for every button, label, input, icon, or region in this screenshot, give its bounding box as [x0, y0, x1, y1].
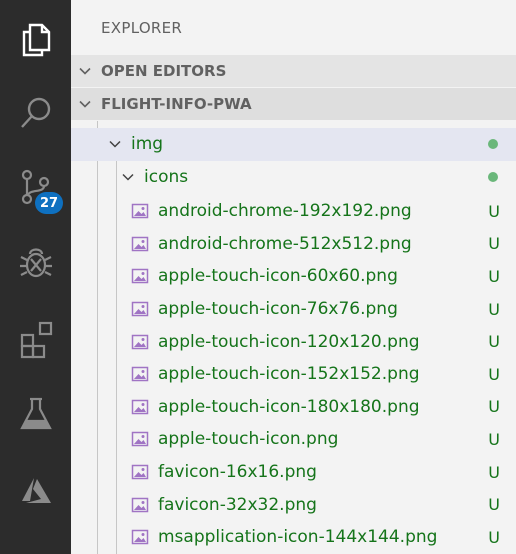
azure-icon — [21, 478, 51, 503]
untracked-status: U — [488, 299, 500, 319]
explorer-sidebar: EXPLORER OPEN EDITORS FLIGHT-INFO-PWA im… — [71, 0, 516, 554]
file-row[interactable]: android-chrome-192x192.png U — [71, 195, 516, 228]
file-row[interactable]: android-chrome-512x512.png U — [71, 228, 516, 261]
untracked-status: U — [488, 527, 500, 547]
image-file-icon — [131, 269, 149, 284]
image-file-icon — [131, 497, 149, 512]
search-icon — [20, 97, 50, 128]
file-name: favicon-32x32.png — [158, 494, 317, 515]
image-file-icon — [131, 301, 149, 317]
file-name: apple-touch-icon.png — [158, 429, 339, 450]
file-name: apple-touch-icon-152x152.png — [158, 364, 420, 385]
folder-img[interactable]: img — [71, 128, 516, 161]
debug-icon — [19, 248, 52, 278]
untracked-status: U — [488, 364, 500, 384]
untracked-status: U — [488, 397, 500, 417]
modified-dot — [488, 172, 498, 183]
untracked-status: U — [488, 429, 500, 449]
image-file-icon — [131, 530, 149, 545]
chevron-down-icon — [79, 100, 91, 108]
file-row[interactable]: apple-touch-icon-76x76.png U — [71, 293, 516, 326]
search-activity[interactable] — [0, 76, 71, 150]
chevron-down-icon — [109, 141, 121, 148]
image-file-icon — [131, 399, 149, 415]
file-row[interactable]: favicon-32x32.png U — [71, 488, 516, 521]
file-name: apple-touch-icon-76x76.png — [158, 299, 398, 320]
file-name: android-chrome-192x192.png — [158, 201, 412, 222]
chevron-down-icon — [79, 67, 91, 75]
image-file-icon — [131, 334, 149, 349]
project-label: FLIGHT-INFO-PWA — [101, 95, 252, 113]
file-name: apple-touch-icon-120x120.png — [158, 331, 420, 352]
explorer-activity[interactable] — [0, 2, 71, 76]
files-icon — [22, 23, 50, 57]
file-row[interactable]: apple-touch-icon-152x152.png U — [71, 358, 516, 391]
file-name: msapplication-icon-144x144.png — [158, 527, 438, 548]
image-file-icon — [131, 464, 149, 480]
explorer-title: EXPLORER — [101, 19, 183, 37]
testing-activity[interactable] — [0, 377, 71, 451]
folder-icons[interactable]: icons — [71, 161, 516, 194]
modified-dot — [488, 139, 498, 150]
untracked-status: U — [488, 462, 500, 482]
flask-icon — [19, 397, 52, 430]
untracked-status: U — [488, 266, 500, 286]
folder-name: img — [131, 134, 164, 155]
chevron-down-icon — [122, 174, 134, 181]
file-row[interactable]: msapplication-icon-144x144.png U — [71, 521, 516, 554]
open-editors-label: OPEN EDITORS — [101, 62, 227, 80]
untracked-status: U — [488, 201, 500, 221]
untracked-status: U — [488, 234, 500, 254]
file-row[interactable]: apple-touch-icon-60x60.png U — [71, 260, 516, 293]
file-row[interactable]: apple-touch-icon-180x180.png U — [71, 391, 516, 424]
untracked-status: U — [488, 495, 500, 515]
file-name: apple-touch-icon-180x180.png — [158, 396, 420, 417]
untracked-status: U — [488, 332, 500, 352]
image-file-icon — [131, 236, 149, 252]
debug-activity[interactable] — [0, 225, 71, 299]
folder-name: icons — [144, 167, 189, 188]
project-header[interactable]: FLIGHT-INFO-PWA — [71, 88, 516, 120]
open-editors-header[interactable]: OPEN EDITORS — [71, 55, 516, 87]
file-name: favicon-16x16.png — [158, 462, 317, 483]
azure-activity[interactable] — [0, 453, 71, 527]
file-name: android-chrome-512x512.png — [158, 233, 412, 254]
extensions-icon — [20, 321, 52, 359]
file-name: apple-touch-icon-60x60.png — [158, 266, 398, 287]
image-file-icon — [131, 432, 149, 447]
file-row[interactable]: apple-touch-icon.png U — [71, 423, 516, 456]
image-file-icon — [131, 367, 149, 382]
source-control-activity[interactable]: 27 — [0, 150, 71, 224]
image-file-icon — [131, 204, 149, 219]
extensions-activity[interactable] — [0, 302, 71, 376]
activity-bar: 27 — [0, 0, 71, 554]
file-row[interactable]: apple-touch-icon-120x120.png U — [71, 325, 516, 358]
source-control-badge: 27 — [35, 192, 63, 214]
file-row[interactable]: favicon-16x16.png U — [71, 456, 516, 489]
